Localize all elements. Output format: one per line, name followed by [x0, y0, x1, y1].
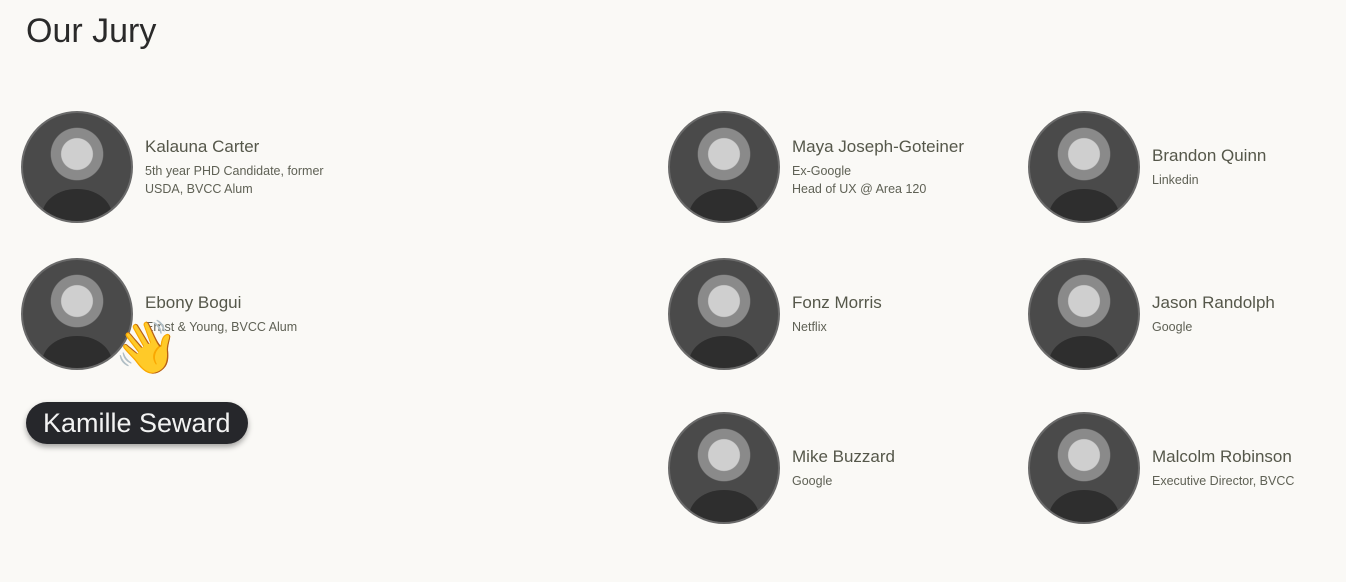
juror-info: Fonz Morris Netflix: [792, 293, 882, 336]
participant-name-tag: Kamille Seward: [26, 402, 248, 444]
juror-photo: [668, 258, 780, 370]
juror-photo: [1028, 111, 1140, 223]
juror-photo: [1028, 412, 1140, 524]
juror-affiliation: 5th year PHD Candidate, former: [145, 163, 324, 178]
juror-photo: [668, 412, 780, 524]
juror-affiliation: Ex-Google: [792, 163, 852, 178]
juror-affiliation: Linkedin: [1152, 172, 1199, 187]
juror-name: Kalauna Carter: [145, 136, 260, 156]
juror-info: Maya Joseph-Goteiner Ex-Google Head of UX …: [792, 137, 964, 198]
juror-name: Maya Joseph-Goteiner: [792, 136, 964, 156]
juror-photo: [668, 111, 780, 223]
juror-info: Kalauna Carter 5th year PHD Candidate, fo…: [145, 137, 324, 198]
juror-card: Jason Randolph Google: [1028, 258, 1275, 370]
juror-photo: [1028, 258, 1140, 370]
juror-affiliation: Google: [792, 473, 833, 488]
juror-card: Fonz Morris Netflix: [668, 258, 882, 370]
juror-affiliation: Head of UX @ Area 120: [792, 181, 927, 196]
juror-name: Ebony Bogui: [145, 292, 242, 312]
juror-info: Mike Buzzard Google: [792, 447, 895, 490]
juror-card: Malcolm Robinson Executive Director, BVCC: [1028, 412, 1294, 524]
juror-card: Brandon Quinn Linkedin: [1028, 111, 1266, 223]
juror-affiliation: Executive Director, BVCC: [1152, 473, 1295, 488]
juror-info: Brandon Quinn Linkedin: [1152, 146, 1266, 189]
juror-name: Brandon Quinn: [1152, 145, 1267, 165]
juror-name: Mike Buzzard: [792, 446, 895, 466]
juror-info: Jason Randolph Google: [1152, 293, 1275, 336]
juror-card: Maya Joseph-Goteiner Ex-Google Head of UX …: [668, 111, 964, 223]
juror-name: Fonz Morris: [792, 292, 882, 312]
page-title: Our Jury: [26, 12, 157, 50]
juror-affiliation: USDA, BVCC Alum: [145, 181, 253, 196]
juror-name: Jason Randolph: [1152, 292, 1275, 312]
juror-photo: [21, 111, 133, 223]
juror-card: Mike Buzzard Google: [668, 412, 895, 524]
juror-affiliation: Netflix: [792, 319, 827, 334]
juror-name: Malcolm Robinson: [1152, 446, 1292, 466]
waving-hand-icon: 👋: [114, 319, 179, 377]
juror-card: Kalauna Carter 5th year PHD Candidate, fo…: [21, 111, 324, 223]
juror-info: Malcolm Robinson Executive Director, BVCC: [1152, 447, 1294, 490]
juror-affiliation: Google: [1152, 319, 1193, 334]
